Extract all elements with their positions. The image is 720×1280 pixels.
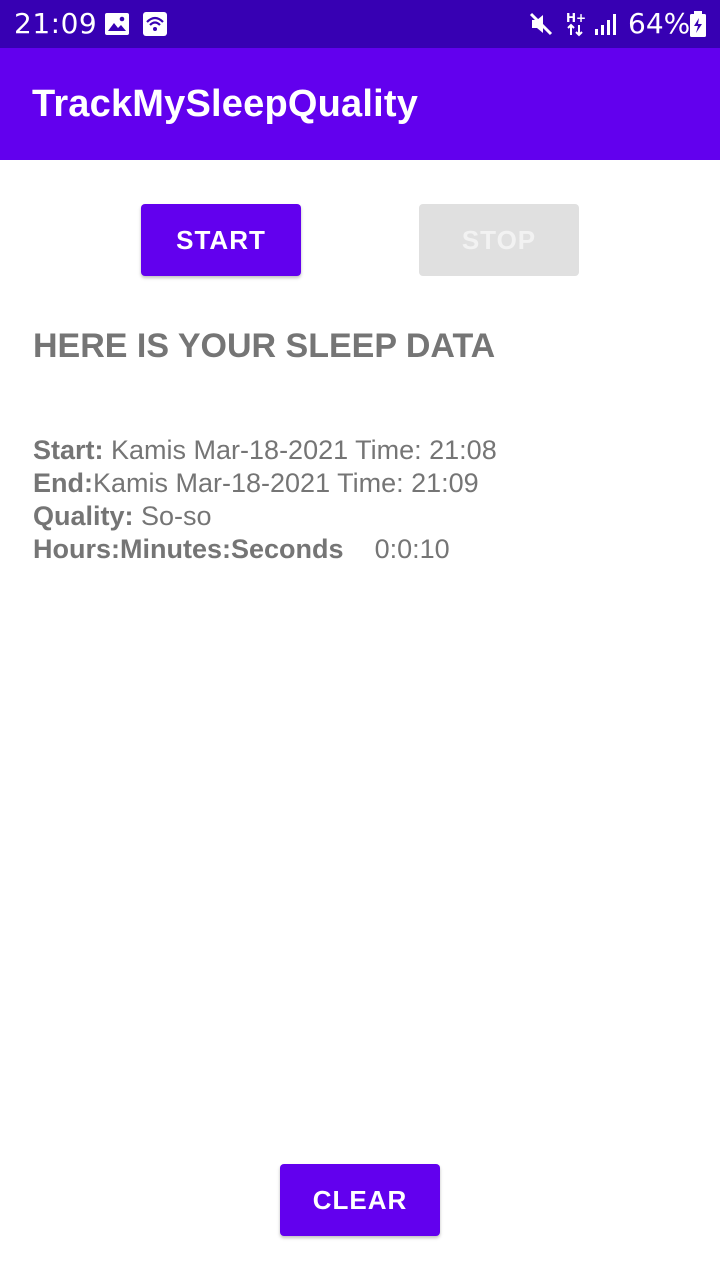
status-time: 21:09 — [14, 7, 98, 40]
start-button[interactable]: START — [141, 204, 301, 276]
battery-icon — [690, 11, 706, 37]
duration-value: 0:0:10 — [374, 534, 450, 564]
start-label: Start: — [33, 435, 104, 465]
wifi-icon — [143, 12, 167, 36]
duration-label: Hours:Minutes:Seconds — [33, 534, 344, 564]
sleep-data-block: Start: Kamis Mar-18-2021 Time: 21:08 End… — [33, 434, 497, 566]
end-label: End: — [33, 468, 93, 498]
status-bar: 21:09 H+ 64% — [0, 0, 720, 48]
quality-value: So-so — [141, 501, 212, 531]
signal-icon — [595, 14, 616, 35]
quality-label: Quality: — [33, 501, 134, 531]
app-title: TrackMySleepQuality — [32, 83, 419, 125]
network-h-plus-icon: H+ — [566, 11, 586, 37]
stop-button[interactable]: STOP — [419, 204, 579, 276]
sleep-data-heading: HERE IS YOUR SLEEP DATA — [33, 327, 496, 365]
duration-row: Hours:Minutes:Seconds 0:0:10 — [33, 533, 497, 566]
end-value: Kamis Mar-18-2021 Time: 21:09 — [93, 468, 479, 498]
mute-icon — [529, 12, 553, 36]
svg-text:H+: H+ — [566, 11, 586, 25]
end-row: End:Kamis Mar-18-2021 Time: 21:09 — [33, 467, 497, 500]
start-row: Start: Kamis Mar-18-2021 Time: 21:08 — [33, 434, 497, 467]
start-value: Kamis Mar-18-2021 Time: 21:08 — [111, 435, 497, 465]
battery-percent: 64% — [628, 7, 691, 40]
app-bar: TrackMySleepQuality — [0, 48, 720, 160]
image-icon — [105, 13, 129, 35]
quality-row: Quality: So-so — [33, 500, 497, 533]
clear-button[interactable]: CLEAR — [280, 1164, 440, 1236]
